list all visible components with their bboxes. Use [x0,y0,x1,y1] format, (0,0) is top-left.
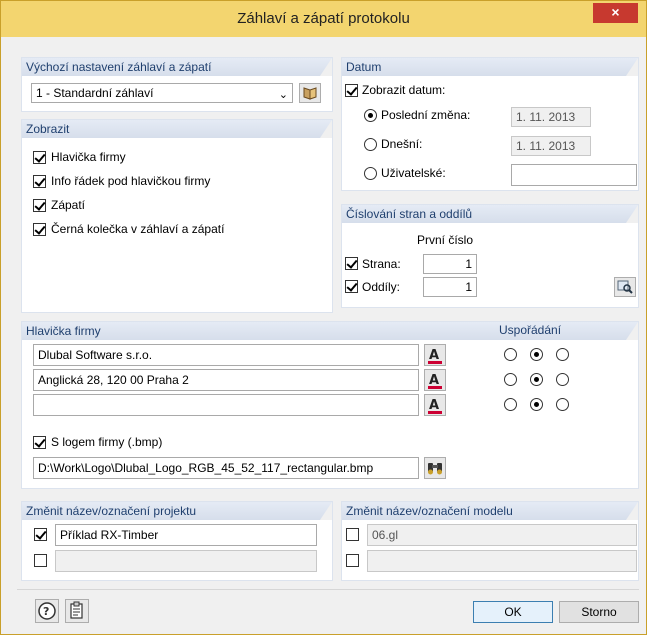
magnifier-icon [617,280,633,294]
svg-text:A: A [429,348,439,363]
first-number-label: První číslo [417,233,474,247]
black-circles-label: Černá kolečka v záhlaví a zápatí [51,222,225,236]
align-center-radio-1[interactable] [530,348,543,361]
model-name-checkbox[interactable] [346,528,359,541]
today-date: 1. 11. 2013 [511,136,591,156]
model-desc-checkbox[interactable] [346,554,359,567]
align-center-radio-2[interactable] [530,373,543,386]
company-line-3[interactable] [33,394,419,416]
font-button-2[interactable]: A [424,369,446,391]
model-desc-field [367,550,637,572]
today-radio[interactable] [364,138,377,151]
ok-button[interactable]: OK [473,601,553,623]
font-button-3[interactable]: A [424,394,446,416]
project-desc-checkbox[interactable] [34,554,47,567]
custom-date-radio[interactable] [364,167,377,180]
model-group-title: Změnit název/označení modelu [342,502,638,520]
custom-date-field[interactable] [511,164,637,186]
last-change-label: Poslední změna: [381,108,471,122]
binoculars-icon [428,463,442,475]
chevron-down-icon: ⌄ [278,89,288,101]
help-button[interactable]: ? [35,599,59,623]
company-logo-checkbox[interactable] [33,436,46,449]
font-button-1[interactable]: A [424,344,446,366]
align-right-radio-1[interactable] [556,348,569,361]
page-start-input[interactable]: 1 [423,254,477,274]
date-group-title: Datum [342,58,638,76]
cancel-button[interactable]: Storno [559,601,639,623]
dialog-title: Záhlaví a zápatí protokolu [237,10,410,27]
align-left-radio-1[interactable] [504,348,517,361]
clipboard-icon [70,601,83,619]
align-left-radio-2[interactable] [504,373,517,386]
page-label: Strana: [362,257,401,271]
font-color-icon: A [428,373,442,389]
project-name-checkbox[interactable] [34,528,47,541]
svg-text:A: A [429,398,439,413]
page-checkbox[interactable] [345,257,358,270]
display-group: Zobrazit [21,119,333,313]
font-color-icon: A [428,348,442,364]
import-button[interactable] [65,599,89,623]
help-icon: ? [38,602,56,620]
company-header-label: Hlavička firmy [51,150,126,164]
browse-logo-button[interactable] [424,457,446,479]
logo-path-field[interactable]: D:\Work\Logo\Dlubal_Logo_RGB_45_52_117_r… [33,457,419,479]
header-preset-value: 1 - Standardní záhlaví [36,86,154,100]
footer-divider [17,589,639,590]
book-icon [303,87,317,100]
numbering-group-title: Číslování stran a oddílů [342,205,638,223]
model-name-field: 06.gl [367,524,637,546]
show-date-label: Zobrazit datum: [362,83,446,97]
svg-text:?: ? [43,605,49,618]
custom-date-label: Uživatelské: [381,166,446,180]
last-change-date: 1. 11. 2013 [511,107,591,127]
company-line-1[interactable]: Dlubal Software s.r.o. [33,344,419,366]
sections-label: Oddíly: [362,280,401,294]
sections-checkbox[interactable] [345,280,358,293]
project-desc-field [55,550,317,572]
font-color-icon: A [428,398,442,414]
align-center-radio-3[interactable] [530,398,543,411]
company-logo-label: S logem firmy (.bmp) [51,435,163,449]
last-change-radio[interactable] [364,109,377,122]
section-start-input[interactable]: 1 [423,277,477,297]
align-left-radio-3[interactable] [504,398,517,411]
project-group-title: Změnit název/označení projektu [22,502,332,520]
svg-text:A: A [429,373,439,388]
arrangement-label: Uspořádání [499,323,562,337]
library-button[interactable] [299,83,321,103]
project-name-field[interactable]: Příklad RX-Timber [55,524,317,546]
company-header-checkbox[interactable] [33,151,46,164]
header-preset-select[interactable]: 1 - Standardní záhlaví ⌄ [31,83,293,103]
company-line-2[interactable]: Anglická 28, 120 00 Praha 2 [33,369,419,391]
info-line-label: Info řádek pod hlavičkou firmy [51,174,211,188]
display-group-title: Zobrazit [22,120,332,138]
align-right-radio-3[interactable] [556,398,569,411]
close-button[interactable]: × [593,3,638,23]
footer-checkbox[interactable] [33,199,46,212]
dialog-window: Záhlaví a zápatí protokolu × Výchozí nas… [0,0,647,635]
black-circles-checkbox[interactable] [33,223,46,236]
show-date-checkbox[interactable] [345,84,358,97]
numbering-details-button[interactable] [614,277,636,297]
align-right-radio-2[interactable] [556,373,569,386]
defaults-group-title: Výchozí nastavení záhlaví a zápatí [22,58,332,76]
footer-label: Zápatí [51,198,86,212]
info-line-checkbox[interactable] [33,175,46,188]
today-label: Dnešní: [381,137,423,151]
